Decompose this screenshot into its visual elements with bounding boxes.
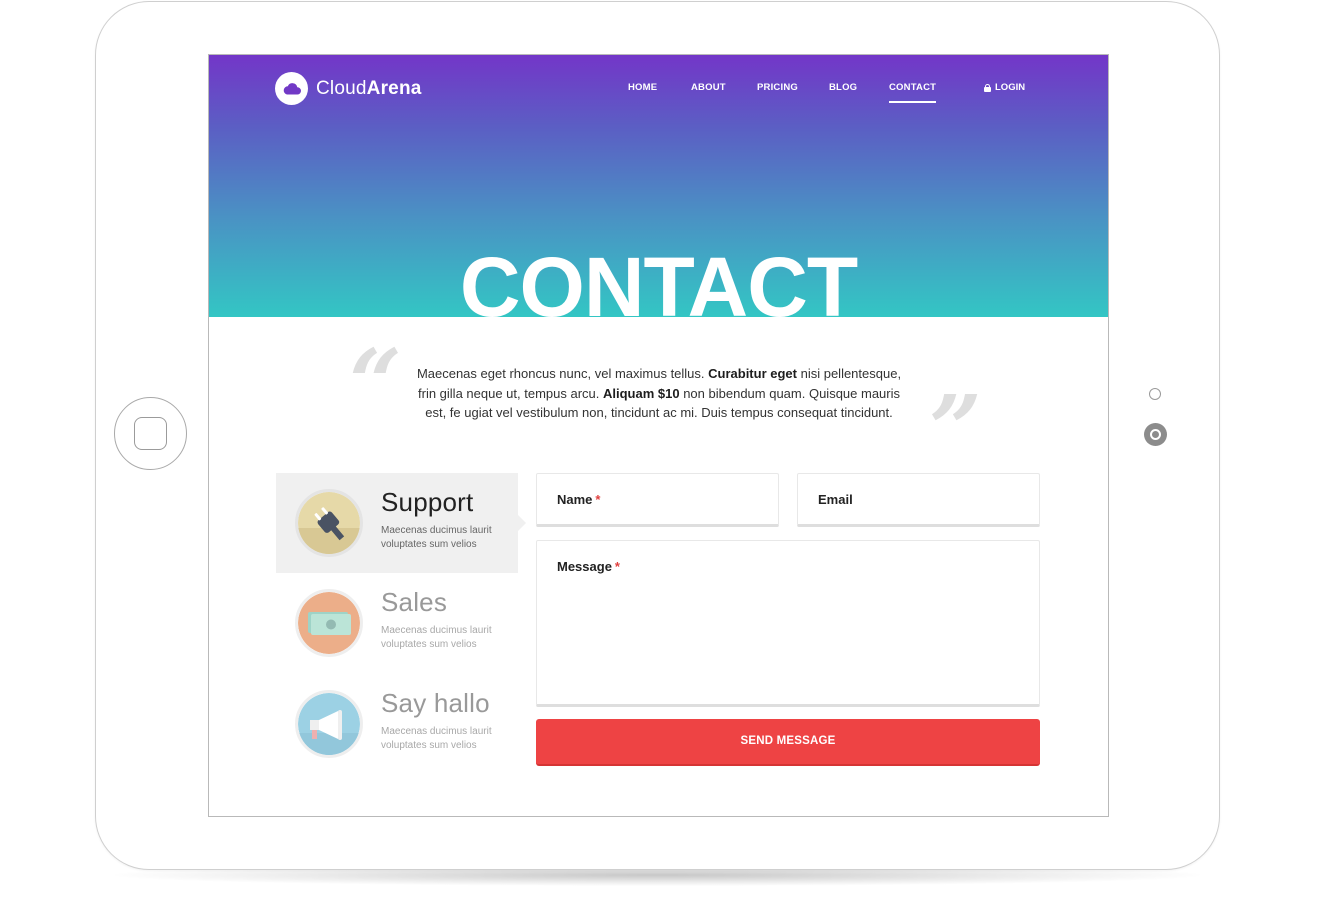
tablet-home-button[interactable] — [114, 397, 187, 470]
home-button-square-icon — [134, 417, 167, 450]
card-description: Maecenas ducimus laurit voluptates sum v… — [381, 525, 492, 550]
nav-item-pricing[interactable]: PRICING — [757, 82, 798, 93]
lock-icon — [984, 83, 991, 92]
quote-bold-1: Curabitur eget — [708, 366, 797, 381]
tablet-camera-icon — [1144, 423, 1167, 446]
nav-item-about[interactable]: ABOUT — [691, 82, 726, 93]
name-field[interactable]: Name * — [536, 473, 779, 527]
email-field-label: Email — [818, 492, 853, 507]
plug-icon — [295, 489, 363, 557]
contact-card-say-hallo[interactable]: Say hallo Maecenas ducimus laurit volupt… — [276, 674, 518, 774]
message-field-label: Message * — [557, 559, 620, 574]
tablet-sensor — [1149, 388, 1161, 400]
megaphone-icon — [295, 690, 363, 758]
card-title: Sales — [381, 587, 448, 617]
email-field[interactable]: Email — [797, 473, 1040, 527]
message-label-text: Message — [557, 559, 612, 574]
quote-close-icon: ” — [929, 375, 982, 483]
message-field[interactable]: Message * — [536, 540, 1040, 707]
money-icon — [295, 589, 363, 657]
contact-card-support[interactable]: Support Maecenas ducimus laurit voluptat… — [276, 473, 526, 573]
hero-banner: CloudArena HOME ABOUT PRICING BLOG CONTA… — [209, 55, 1108, 317]
quote-open-icon: “ — [349, 329, 402, 437]
login-label: LOGIN — [995, 82, 1026, 93]
page-title: CONTACT — [459, 240, 858, 317]
name-label-text: Name — [557, 492, 593, 507]
required-mark: * — [595, 492, 601, 507]
nav-item-blog[interactable]: BLOG — [829, 82, 857, 93]
intro-quote: Maecenas eget rhoncus nunc, vel maximus … — [409, 364, 909, 423]
quote-text-1: Maecenas eget rhoncus nunc, vel maximus … — [416, 366, 709, 381]
login-link[interactable]: LOGIN — [984, 82, 1025, 93]
main-nav: HOME ABOUT PRICING BLOG CONTACT — [209, 82, 1108, 103]
card-description: Maecenas ducimus laurit voluptates sum v… — [381, 726, 492, 751]
card-title: Say hallo — [381, 688, 490, 718]
contact-card-sales[interactable]: Sales Maecenas ducimus laurit voluptates… — [276, 573, 518, 673]
nav-item-home[interactable]: HOME — [628, 82, 657, 93]
tablet-screen: CloudArena HOME ABOUT PRICING BLOG CONTA… — [208, 54, 1109, 817]
card-title: Support — [381, 487, 474, 517]
send-message-button[interactable]: SEND MESSAGE — [536, 719, 1040, 766]
required-mark: * — [614, 559, 620, 574]
name-field-label: Name * — [557, 492, 600, 507]
quote-bold-2: Aliquam $10 — [603, 385, 680, 401]
nav-item-contact[interactable]: CONTACT — [889, 82, 937, 103]
card-description: Maecenas ducimus laurit voluptates sum v… — [381, 625, 492, 650]
